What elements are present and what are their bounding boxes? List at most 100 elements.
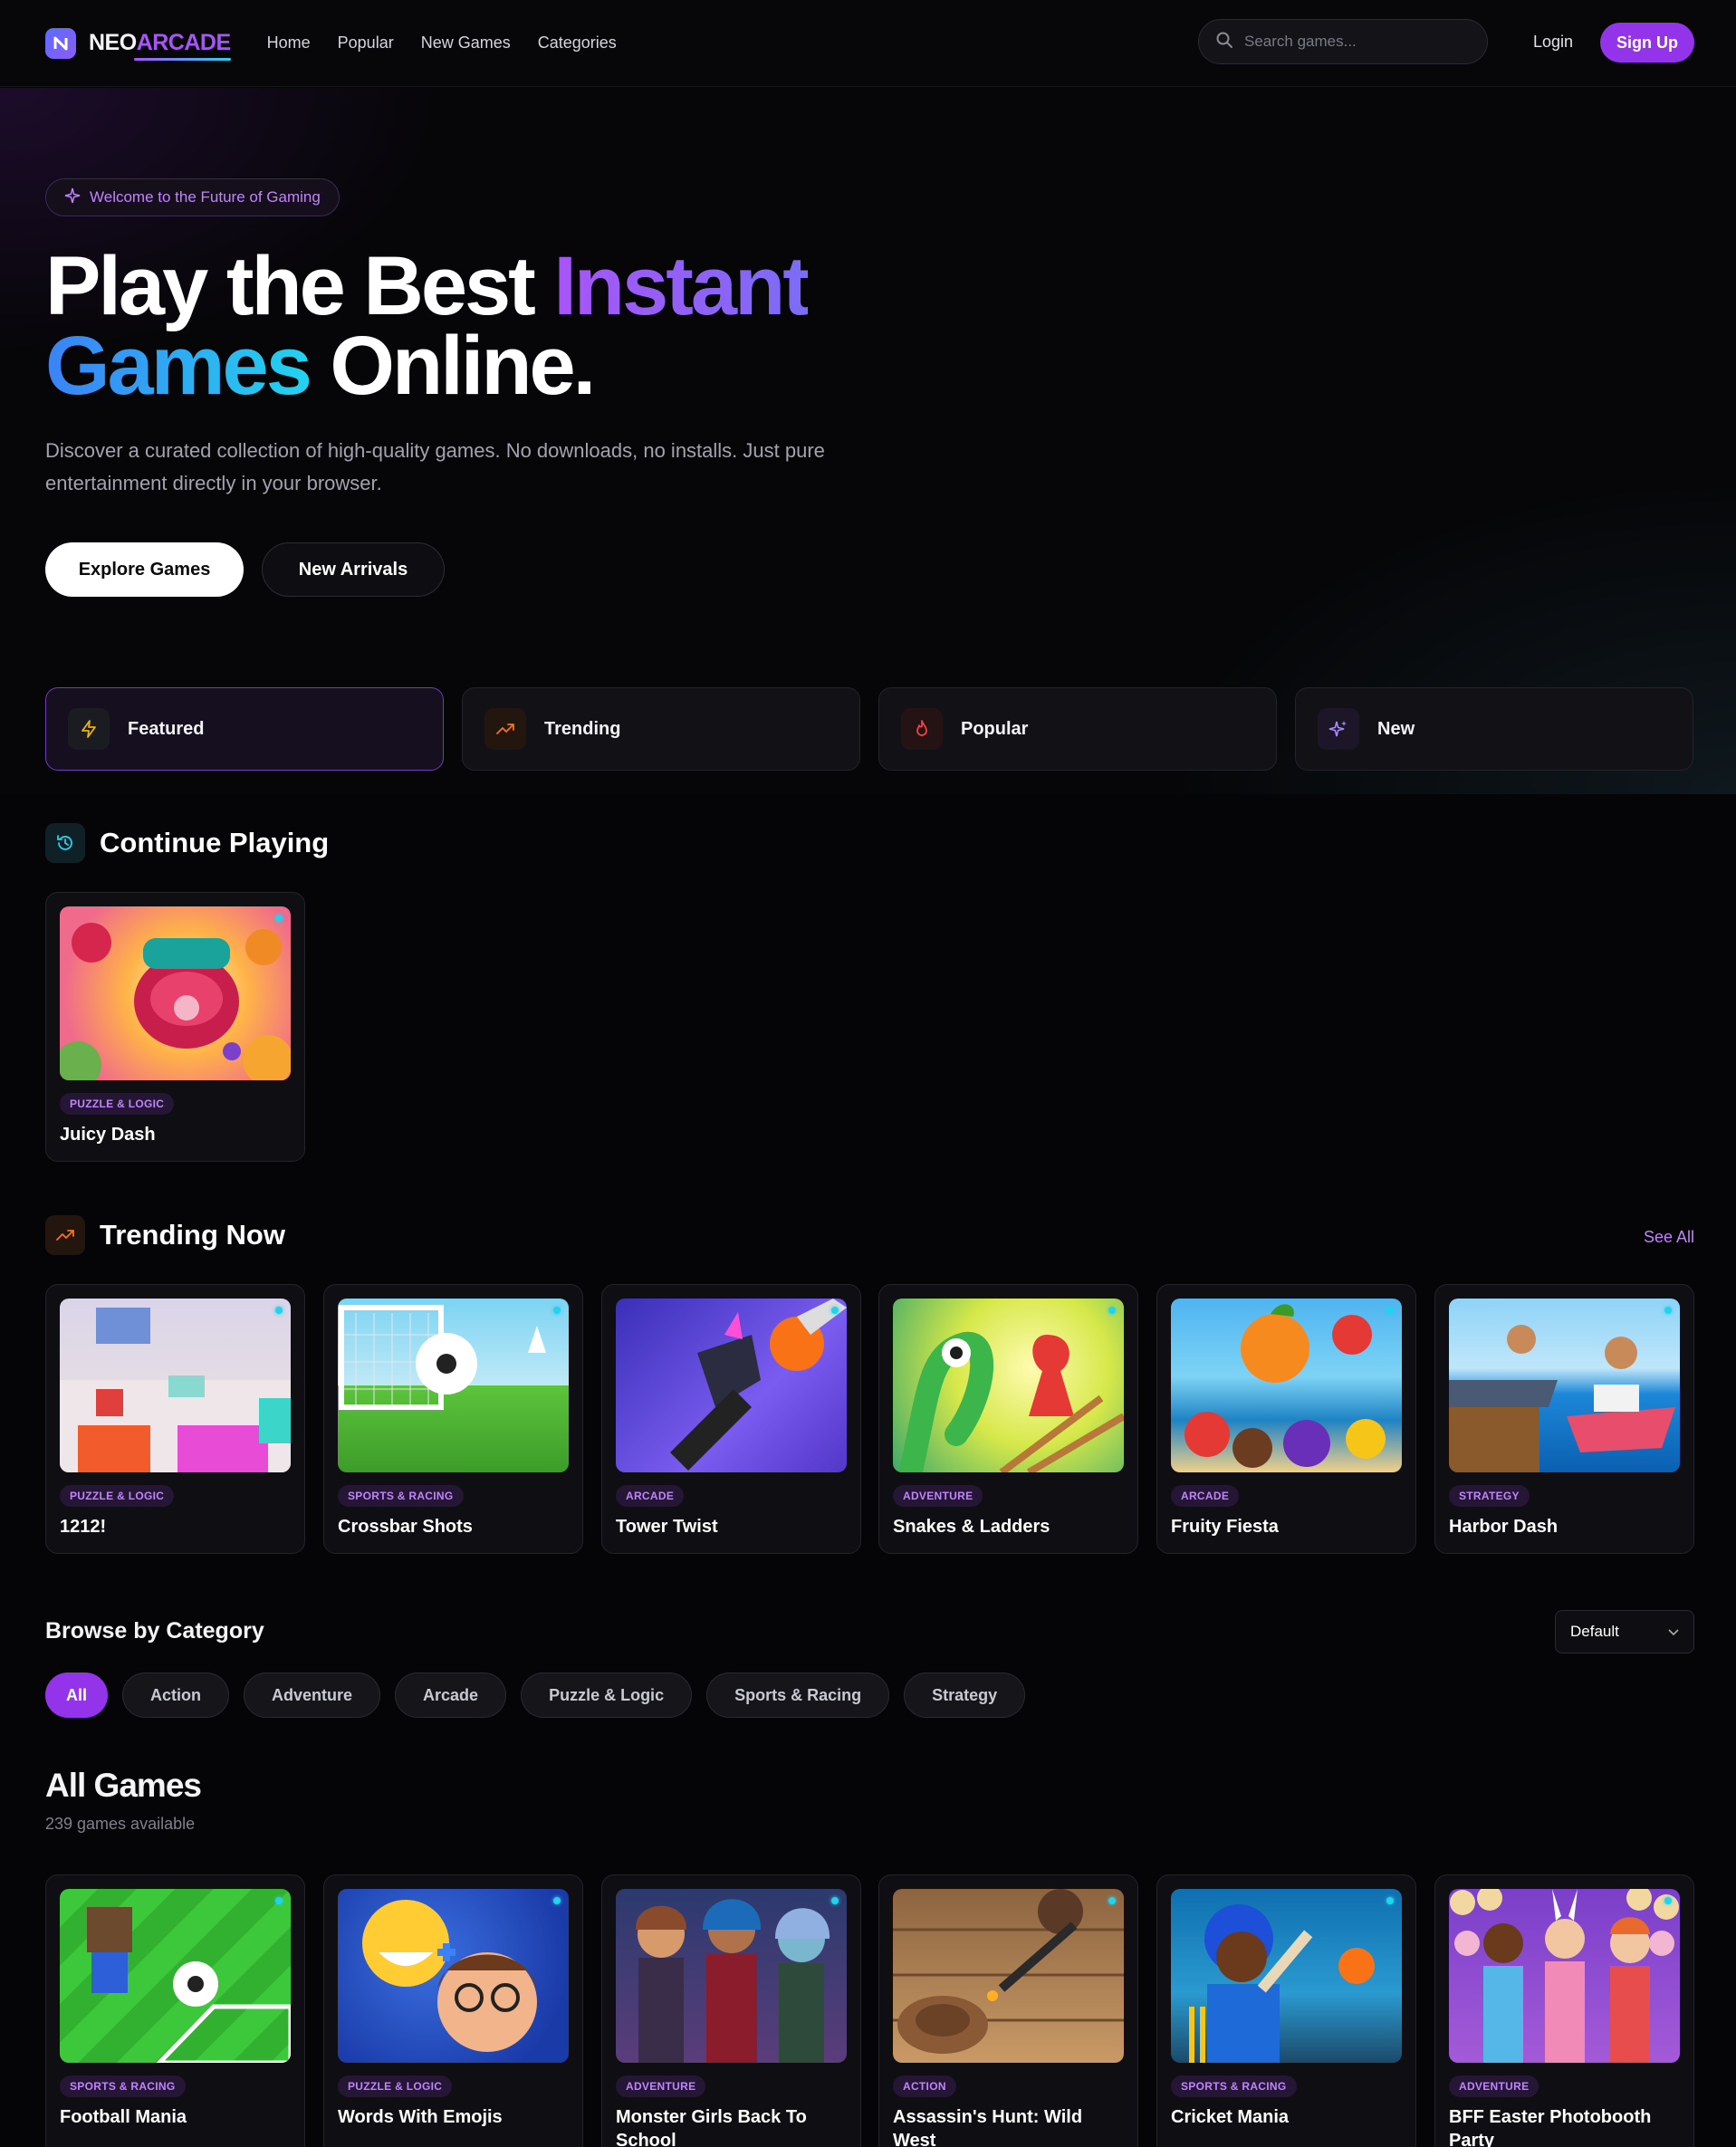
game-category-badge: ADVENTURE: [616, 2075, 706, 2097]
tab-popular-label: Popular: [961, 718, 1029, 739]
category-filter-chips: All Action Adventure Arcade Puzzle & Log…: [45, 1673, 1026, 1718]
sort-select[interactable]: Default: [1555, 1610, 1694, 1653]
online-indicator: [553, 1897, 561, 1904]
game-category-badge: SPORTS & RACING: [338, 1485, 464, 1507]
hero-title-part2: Online.: [309, 320, 596, 412]
game-thumbnail: [893, 1299, 1124, 1472]
logo[interactable]: NEOARCADE: [45, 27, 231, 61]
search-icon: [1215, 31, 1233, 53]
game-thumbnail: [893, 1889, 1124, 2063]
game-title: 1212!: [60, 1517, 107, 1537]
tab-featured[interactable]: Featured: [45, 687, 444, 771]
tab-featured-label: Featured: [128, 718, 205, 739]
trending-icon: [45, 1215, 85, 1255]
logo-text: NEOARCADE: [89, 30, 231, 61]
online-indicator: [1108, 1307, 1116, 1314]
chip-action[interactable]: Action: [122, 1673, 230, 1718]
game-category-badge: ARCADE: [1171, 1485, 1240, 1507]
online-indicator: [1386, 1307, 1394, 1314]
chip-sports-racing[interactable]: Sports & Racing: [706, 1673, 890, 1718]
continue-playing-title: Continue Playing: [100, 827, 330, 858]
chip-puzzle-logic[interactable]: Puzzle & Logic: [521, 1673, 693, 1718]
game-thumbnail: [338, 1299, 569, 1472]
game-category-badge: PUZZLE & LOGIC: [338, 2075, 453, 2097]
game-title: Words With Emojis: [338, 2107, 503, 2127]
game-card[interactable]: PUZZLE & LOGIC Words With Emojis: [323, 1874, 583, 2147]
login-link[interactable]: Login: [1533, 33, 1573, 52]
game-thumbnail: [1449, 1299, 1680, 1472]
hero-title: Play the Best Instant Games Online.: [45, 244, 810, 407]
game-title: Tower Twist: [616, 1517, 718, 1537]
search-bar[interactable]: [1198, 19, 1488, 64]
game-card[interactable]: PUZZLE & LOGIC Juicy Dash: [45, 892, 305, 1162]
logo-text-neo: NEO: [89, 30, 137, 55]
trending-header: Trending Now: [45, 1215, 285, 1255]
game-card[interactable]: ACTION Assassin's Hunt: Wild West: [878, 1874, 1138, 2147]
chip-all[interactable]: All: [45, 1673, 109, 1718]
sort-select-value: Default: [1570, 1623, 1619, 1640]
game-title: BFF Easter Photobooth Party: [1449, 2107, 1652, 2147]
game-category-badge: STRATEGY: [1449, 1485, 1530, 1507]
chip-arcade[interactable]: Arcade: [395, 1673, 507, 1718]
chip-strategy[interactable]: Strategy: [904, 1673, 1026, 1718]
game-title: Football Mania: [60, 2107, 187, 2127]
game-card[interactable]: ADVENTURE Monster Girls Back To School: [601, 1874, 861, 2147]
logo-icon: [45, 27, 76, 59]
nav-link-categories[interactable]: Categories: [538, 34, 617, 53]
chip-adventure[interactable]: Adventure: [244, 1673, 381, 1718]
new-arrivals-button[interactable]: New Arrivals: [262, 542, 445, 597]
game-card[interactable]: ARCADE Fruity Fiesta: [1156, 1284, 1416, 1554]
online-indicator: [1664, 1897, 1672, 1904]
chevron-down-icon: [1668, 1623, 1679, 1641]
lightning-icon: [68, 708, 110, 750]
game-card[interactable]: PUZZLE & LOGIC 1212!: [45, 1284, 305, 1554]
tab-new[interactable]: New: [1295, 687, 1693, 771]
game-thumbnail: [338, 1889, 569, 2063]
game-thumbnail: [1171, 1299, 1402, 1472]
game-thumbnail: [616, 1299, 847, 1472]
game-card[interactable]: ARCADE Tower Twist: [601, 1284, 861, 1554]
game-category-badge: PUZZLE & LOGIC: [60, 1093, 175, 1115]
game-category-badge: ADVENTURE: [893, 1485, 983, 1507]
online-indicator: [553, 1307, 561, 1314]
game-card[interactable]: SPORTS & RACING Crossbar Shots: [323, 1284, 583, 1554]
game-title: Assassin's Hunt: Wild West: [893, 2107, 1083, 2147]
continue-playing-header: Continue Playing: [45, 823, 329, 863]
game-category-badge: SPORTS & RACING: [60, 2075, 186, 2097]
game-title: Monster Girls Back To School: [616, 2107, 807, 2147]
search-input[interactable]: [1244, 33, 1471, 51]
online-indicator: [1108, 1897, 1116, 1904]
welcome-badge-text: Welcome to the Future of Gaming: [90, 188, 321, 206]
game-card[interactable]: ADVENTURE Snakes & Ladders: [878, 1284, 1138, 1554]
game-title: Juicy Dash: [60, 1125, 156, 1145]
online-indicator: [1664, 1307, 1672, 1314]
game-card[interactable]: SPORTS & RACING Football Mania: [45, 1874, 305, 2147]
sparkle-icon: [1318, 708, 1359, 750]
game-thumbnail: [60, 906, 291, 1080]
game-title: Fruity Fiesta: [1171, 1517, 1279, 1537]
tab-trending[interactable]: Trending: [462, 687, 860, 771]
all-games-title: All Games: [45, 1767, 202, 1804]
online-indicator: [831, 1897, 839, 1904]
game-thumbnail: [60, 1299, 291, 1472]
nav-link-new-games[interactable]: New Games: [421, 34, 511, 53]
game-title: Cricket Mania: [1171, 2107, 1290, 2127]
explore-games-button[interactable]: Explore Games: [45, 542, 244, 597]
see-all-link[interactable]: See All: [1644, 1228, 1694, 1247]
game-card[interactable]: STRATEGY Harbor Dash: [1434, 1284, 1694, 1554]
game-card[interactable]: ADVENTURE BFF Easter Photobooth Party: [1434, 1874, 1694, 2147]
signup-button[interactable]: Sign Up: [1600, 23, 1694, 62]
nav-link-home[interactable]: Home: [267, 34, 311, 53]
game-thumbnail: [1449, 1889, 1680, 2063]
hero-section: Welcome to the Future of Gaming Play the…: [0, 88, 1736, 794]
nav-link-popular[interactable]: Popular: [338, 34, 394, 53]
tab-popular[interactable]: Popular: [878, 687, 1277, 771]
hero-title-highlight2: Games: [45, 320, 312, 412]
game-card[interactable]: SPORTS & RACING Cricket Mania: [1156, 1874, 1416, 2147]
game-thumbnail: [616, 1889, 847, 2063]
flame-icon: [901, 708, 943, 750]
hero-title-part1: Play the Best: [45, 240, 554, 332]
sparkle-icon: [64, 187, 81, 208]
game-category-badge: ARCADE: [616, 1485, 685, 1507]
online-indicator: [275, 915, 283, 922]
